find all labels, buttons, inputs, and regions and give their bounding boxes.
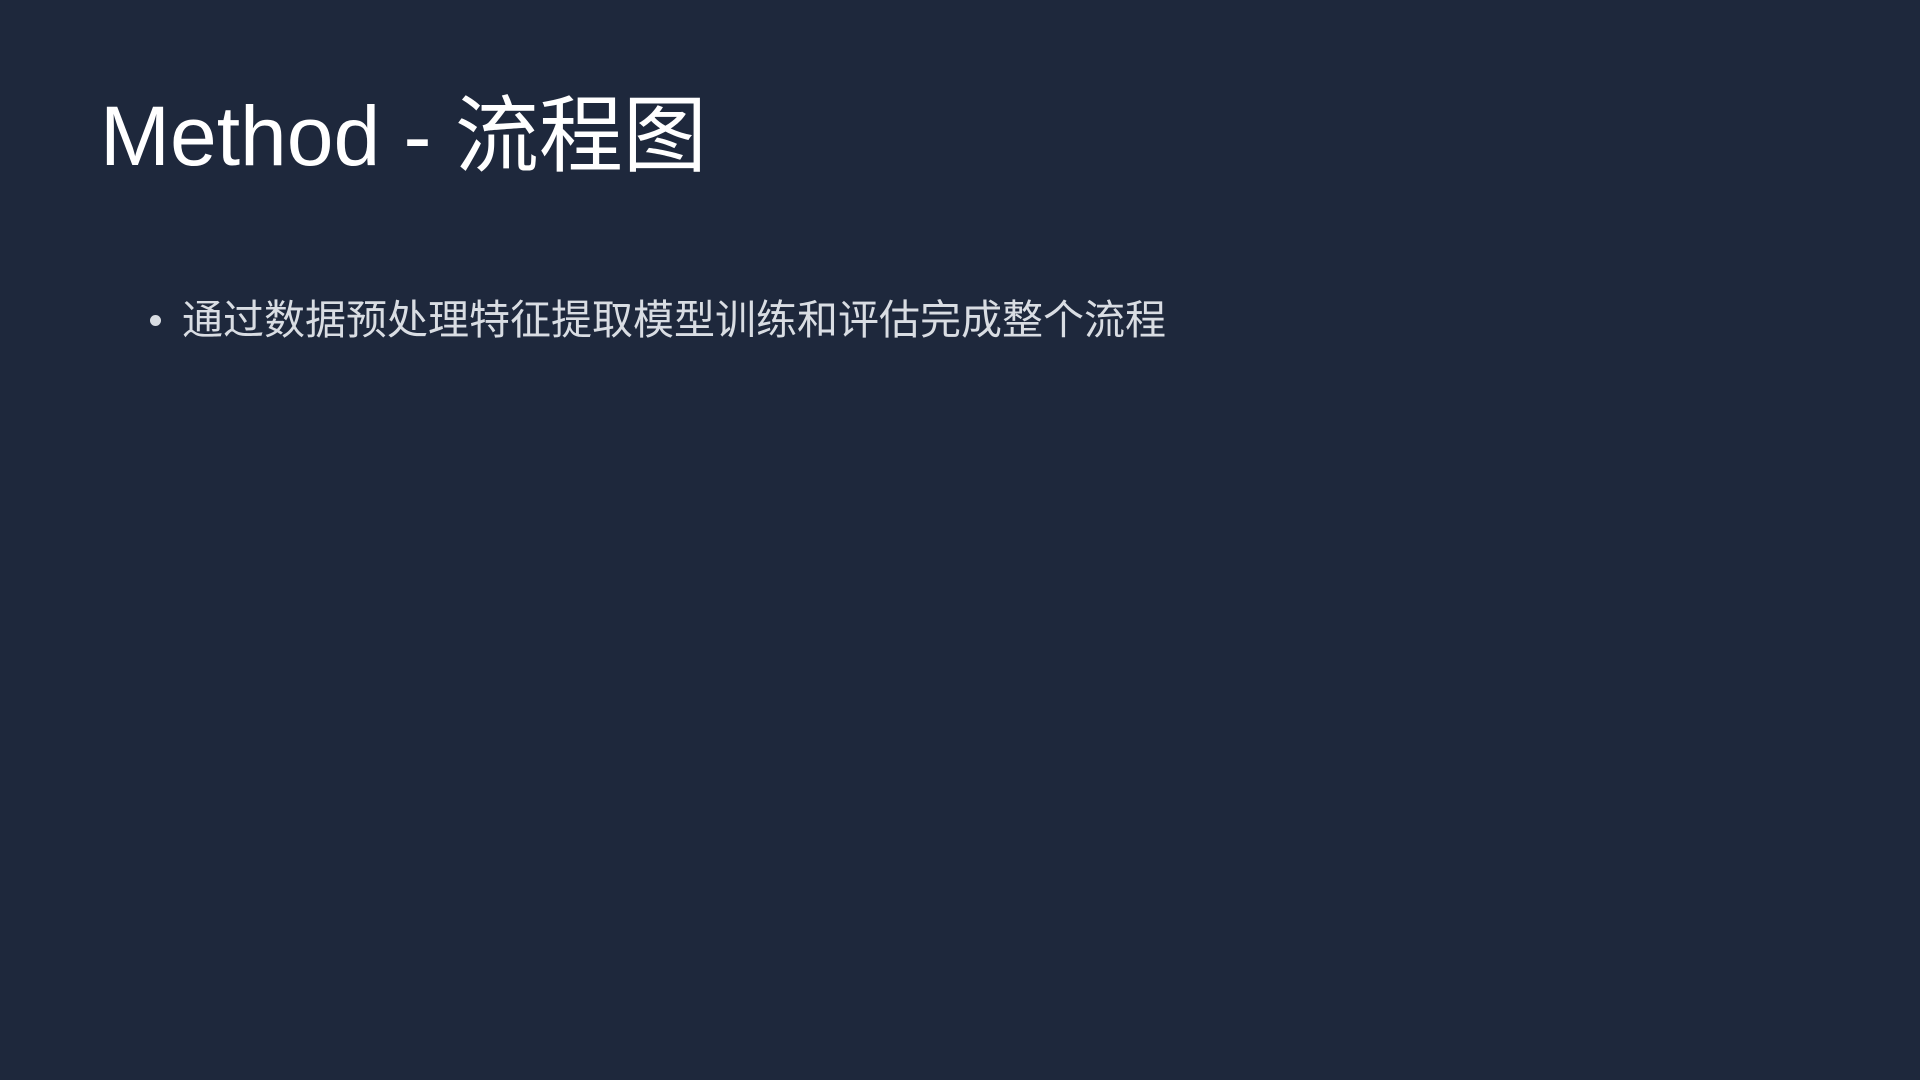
slide-title: Method - 流程图: [100, 89, 707, 183]
slide: Method - 流程图 通过数据预处理特征提取模型训练和评估完成整个流程: [0, 0, 1920, 1080]
bullet-text: 通过数据预处理特征提取模型训练和评估完成整个流程: [182, 297, 1166, 343]
bullet-list: 通过数据预处理特征提取模型训练和评估完成整个流程: [150, 290, 1166, 350]
bullet-item: 通过数据预处理特征提取模型训练和评估完成整个流程: [150, 290, 1166, 350]
bullet-dot-icon: [150, 314, 161, 326]
